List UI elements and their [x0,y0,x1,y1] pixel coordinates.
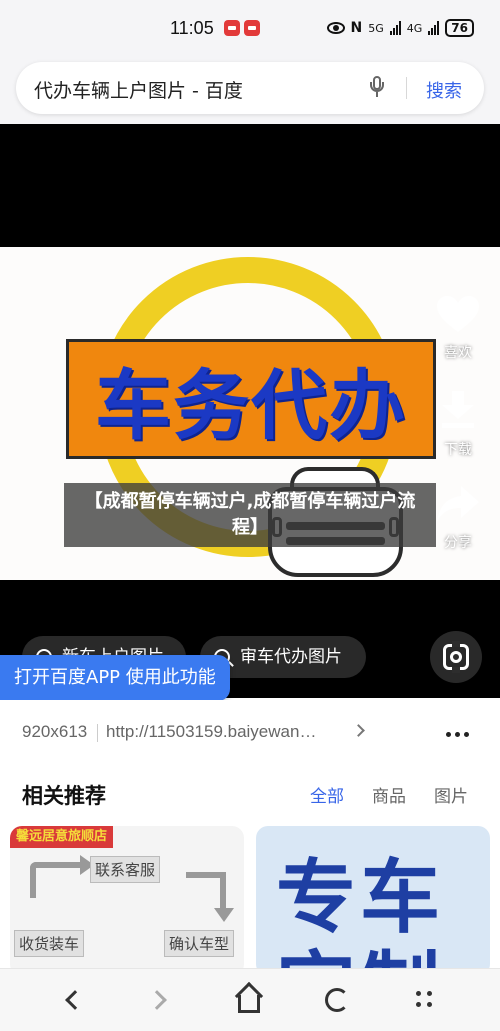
notification-icon [244,20,260,36]
image-info-row: 920x613 http://11503159.baiyewan… [0,700,500,762]
flow-step: 确认车型 [164,930,235,957]
open-app-banner[interactable]: 打开百度APP 使用此功能 [0,655,230,701]
battery-indicator: 76 [445,19,474,37]
tab-images[interactable]: 图片 [434,782,468,807]
status-time: 11:05 [170,18,214,38]
chevron-right-icon [147,990,167,1010]
related-card[interactable]: 专车定制 [256,826,490,976]
related-card[interactable]: 馨远居意旅顺店 联系客服 收货装车 确认车型 [10,826,244,976]
more-icon[interactable] [446,732,469,737]
notification-icon [224,20,240,36]
chevron-left-icon [65,990,85,1010]
flow-step: 联系客服 [90,856,161,883]
signal-icon [389,21,401,35]
search-query: 代办车辆上户图片 - 百度 [34,80,243,102]
status-bar: 11:05 N 5G 4G 76 [0,0,500,58]
chevron-right-icon[interactable] [352,724,365,737]
arrow-icon [30,855,94,898]
image-banner: 车务代办 [66,339,436,459]
search-input[interactable]: 代办车辆上户图片 - 百度 搜索 [16,62,484,114]
chip-label: 审车代办图片 [240,647,342,667]
search-button[interactable]: 搜索 [426,77,462,103]
like-label: 喜欢 [444,345,472,361]
download-label: 下载 [444,442,472,458]
menu-button[interactable] [410,985,440,1015]
like-button[interactable]: 喜欢 [432,294,484,362]
tab-products[interactable]: 商品 [372,782,406,807]
share-label: 分享 [444,535,472,551]
divider [97,724,98,742]
image-dimensions: 920x613 [22,722,88,741]
image-search-button[interactable] [430,631,482,683]
image-caption: 【成都暂停车辆过户,成都暂停车辆过户流程】 [64,483,436,547]
signal-icon [428,21,440,35]
refresh-button[interactable] [322,985,352,1015]
related-section-header: 相关推荐 全部 商品 图片 [0,762,500,822]
flow-step: 收货装车 [14,930,85,957]
tab-all[interactable]: 全部 [310,782,344,807]
status-indicators: N 5G 4G 76 [326,19,474,37]
related-title: 相关推荐 [22,784,106,808]
search-bar: 代办车辆上户图片 - 百度 搜索 [0,58,500,124]
network-4g-label: 4G [406,21,423,35]
image-viewer[interactable]: 车务代办 【成都暂停车辆过户,成都暂停车辆过户流程】 喜欢 下载 分享 审车代办… [0,124,500,698]
back-button[interactable] [58,985,88,1015]
share-button[interactable]: 分享 [432,484,484,552]
microphone-icon[interactable] [370,76,384,98]
download-button[interactable]: 下载 [432,389,484,459]
card-tag: 馨远居意旅顺店 [10,826,114,848]
arrow-icon [186,872,234,922]
home-button[interactable] [234,981,264,1015]
share-icon [437,486,479,522]
bottom-navigation [0,968,500,1031]
banner-text: 车务代办 [95,361,407,450]
forward-button[interactable] [146,985,176,1015]
download-icon [442,391,474,428]
refresh-icon [325,988,349,1012]
divider [406,77,407,99]
eye-icon [326,22,345,34]
heart-icon [437,296,479,332]
source-url-link[interactable]: http://11503159.baiyewan… [106,722,316,742]
network-5g-label: 5G [368,21,384,35]
card-image-text: 专车定制 [276,851,444,977]
menu-icon [416,991,434,1009]
nfc-icon: N [350,20,363,36]
